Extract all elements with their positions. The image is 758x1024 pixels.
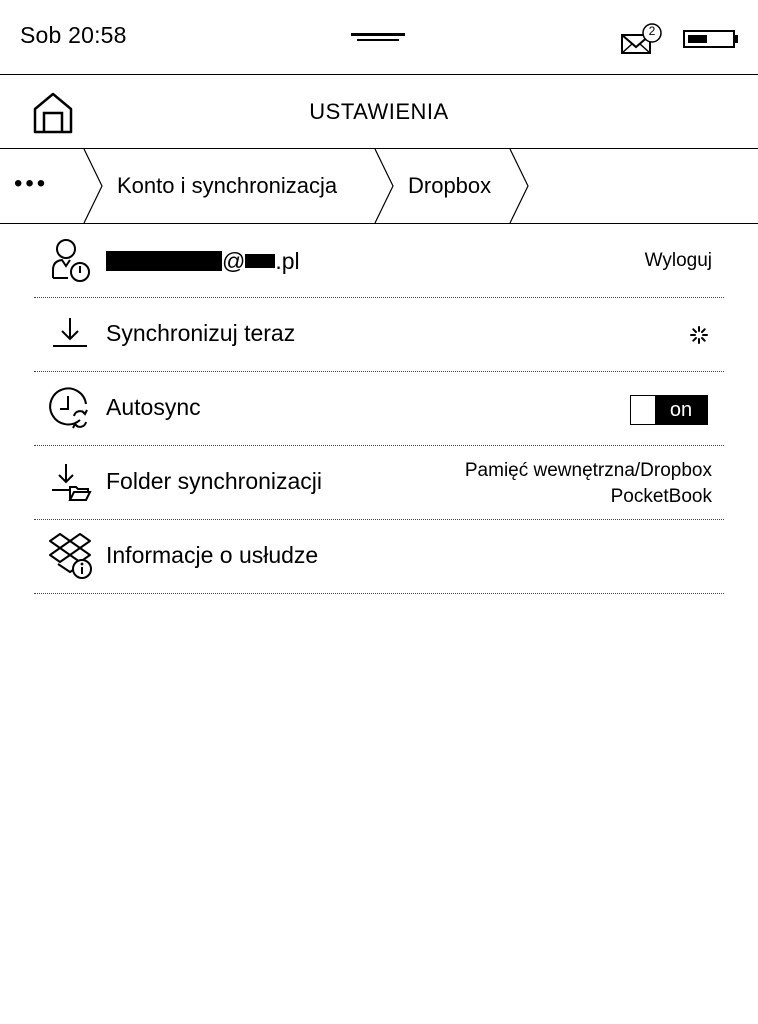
breadcrumb-more-button[interactable]: ••• <box>14 169 64 201</box>
clock-sync-icon <box>49 387 88 429</box>
breadcrumb: ••• Konto i synchronizacja Dropbox <box>0 149 758 223</box>
user-power-icon <box>52 239 90 282</box>
toggle-state-label: on <box>655 396 707 424</box>
account-row: @ .pl Wyloguj <box>34 224 724 298</box>
settings-list: @ .pl Wyloguj Synchronizuj teraz Autosyn… <box>34 224 724 594</box>
sync-folder-path-continued: PocketBook <box>610 486 712 507</box>
page-title: USTAWIENIA <box>309 99 449 124</box>
breadcrumb-item-dropbox[interactable]: Dropbox <box>408 173 491 199</box>
dropbox-info-icon <box>49 533 92 579</box>
status-bar: Sob 20:58 2 <box>0 0 758 74</box>
sync-folder-path: Pamięć wewnętrzna/Dropbox <box>464 460 712 481</box>
autosync-toggle[interactable]: on <box>630 395 708 425</box>
autosync-row: Autosync on <box>34 372 724 446</box>
service-info-label: Informacje o usłudze <box>106 542 319 568</box>
notifications-button[interactable]: 2 <box>620 22 666 56</box>
account-email: @ .pl <box>106 248 300 275</box>
service-info-row[interactable]: Informacje o usłudze <box>34 520 724 594</box>
breadcrumb-item-account-sync[interactable]: Konto i synchronizacja <box>117 173 337 199</box>
drag-handle-icon[interactable] <box>351 31 405 43</box>
sync-folder-row[interactable]: Folder synchronizacji Pamięć wewnętrzna/… <box>34 446 724 520</box>
battery-icon <box>683 30 738 48</box>
email-domain-suffix: .pl <box>275 248 300 274</box>
sync-now-row[interactable]: Synchronizuj teraz <box>34 298 724 372</box>
sync-now-label: Synchronizuj teraz <box>106 320 296 346</box>
download-folder-icon <box>52 464 92 501</box>
toggle-knob <box>631 396 655 424</box>
clock: Sob 20:58 <box>20 22 127 48</box>
mail-icon <box>621 23 662 54</box>
email-at-sign: @ <box>222 248 246 274</box>
download-icon <box>53 318 87 347</box>
mail-count-badge: 2 <box>648 24 656 38</box>
redacted-username <box>106 251 222 271</box>
header: USTAWIENIA <box>0 75 758 148</box>
loading-spinner-icon <box>690 326 708 344</box>
logout-button[interactable]: Wyloguj <box>645 250 712 272</box>
breadcrumb-separators <box>83 149 529 223</box>
autosync-label: Autosync <box>106 394 201 420</box>
sync-folder-label: Folder synchronizacji <box>106 468 323 494</box>
sync-folder-value: Pamięć wewnętrzna/Dropbox PocketBook <box>465 458 712 510</box>
redacted-domain <box>245 254 276 268</box>
